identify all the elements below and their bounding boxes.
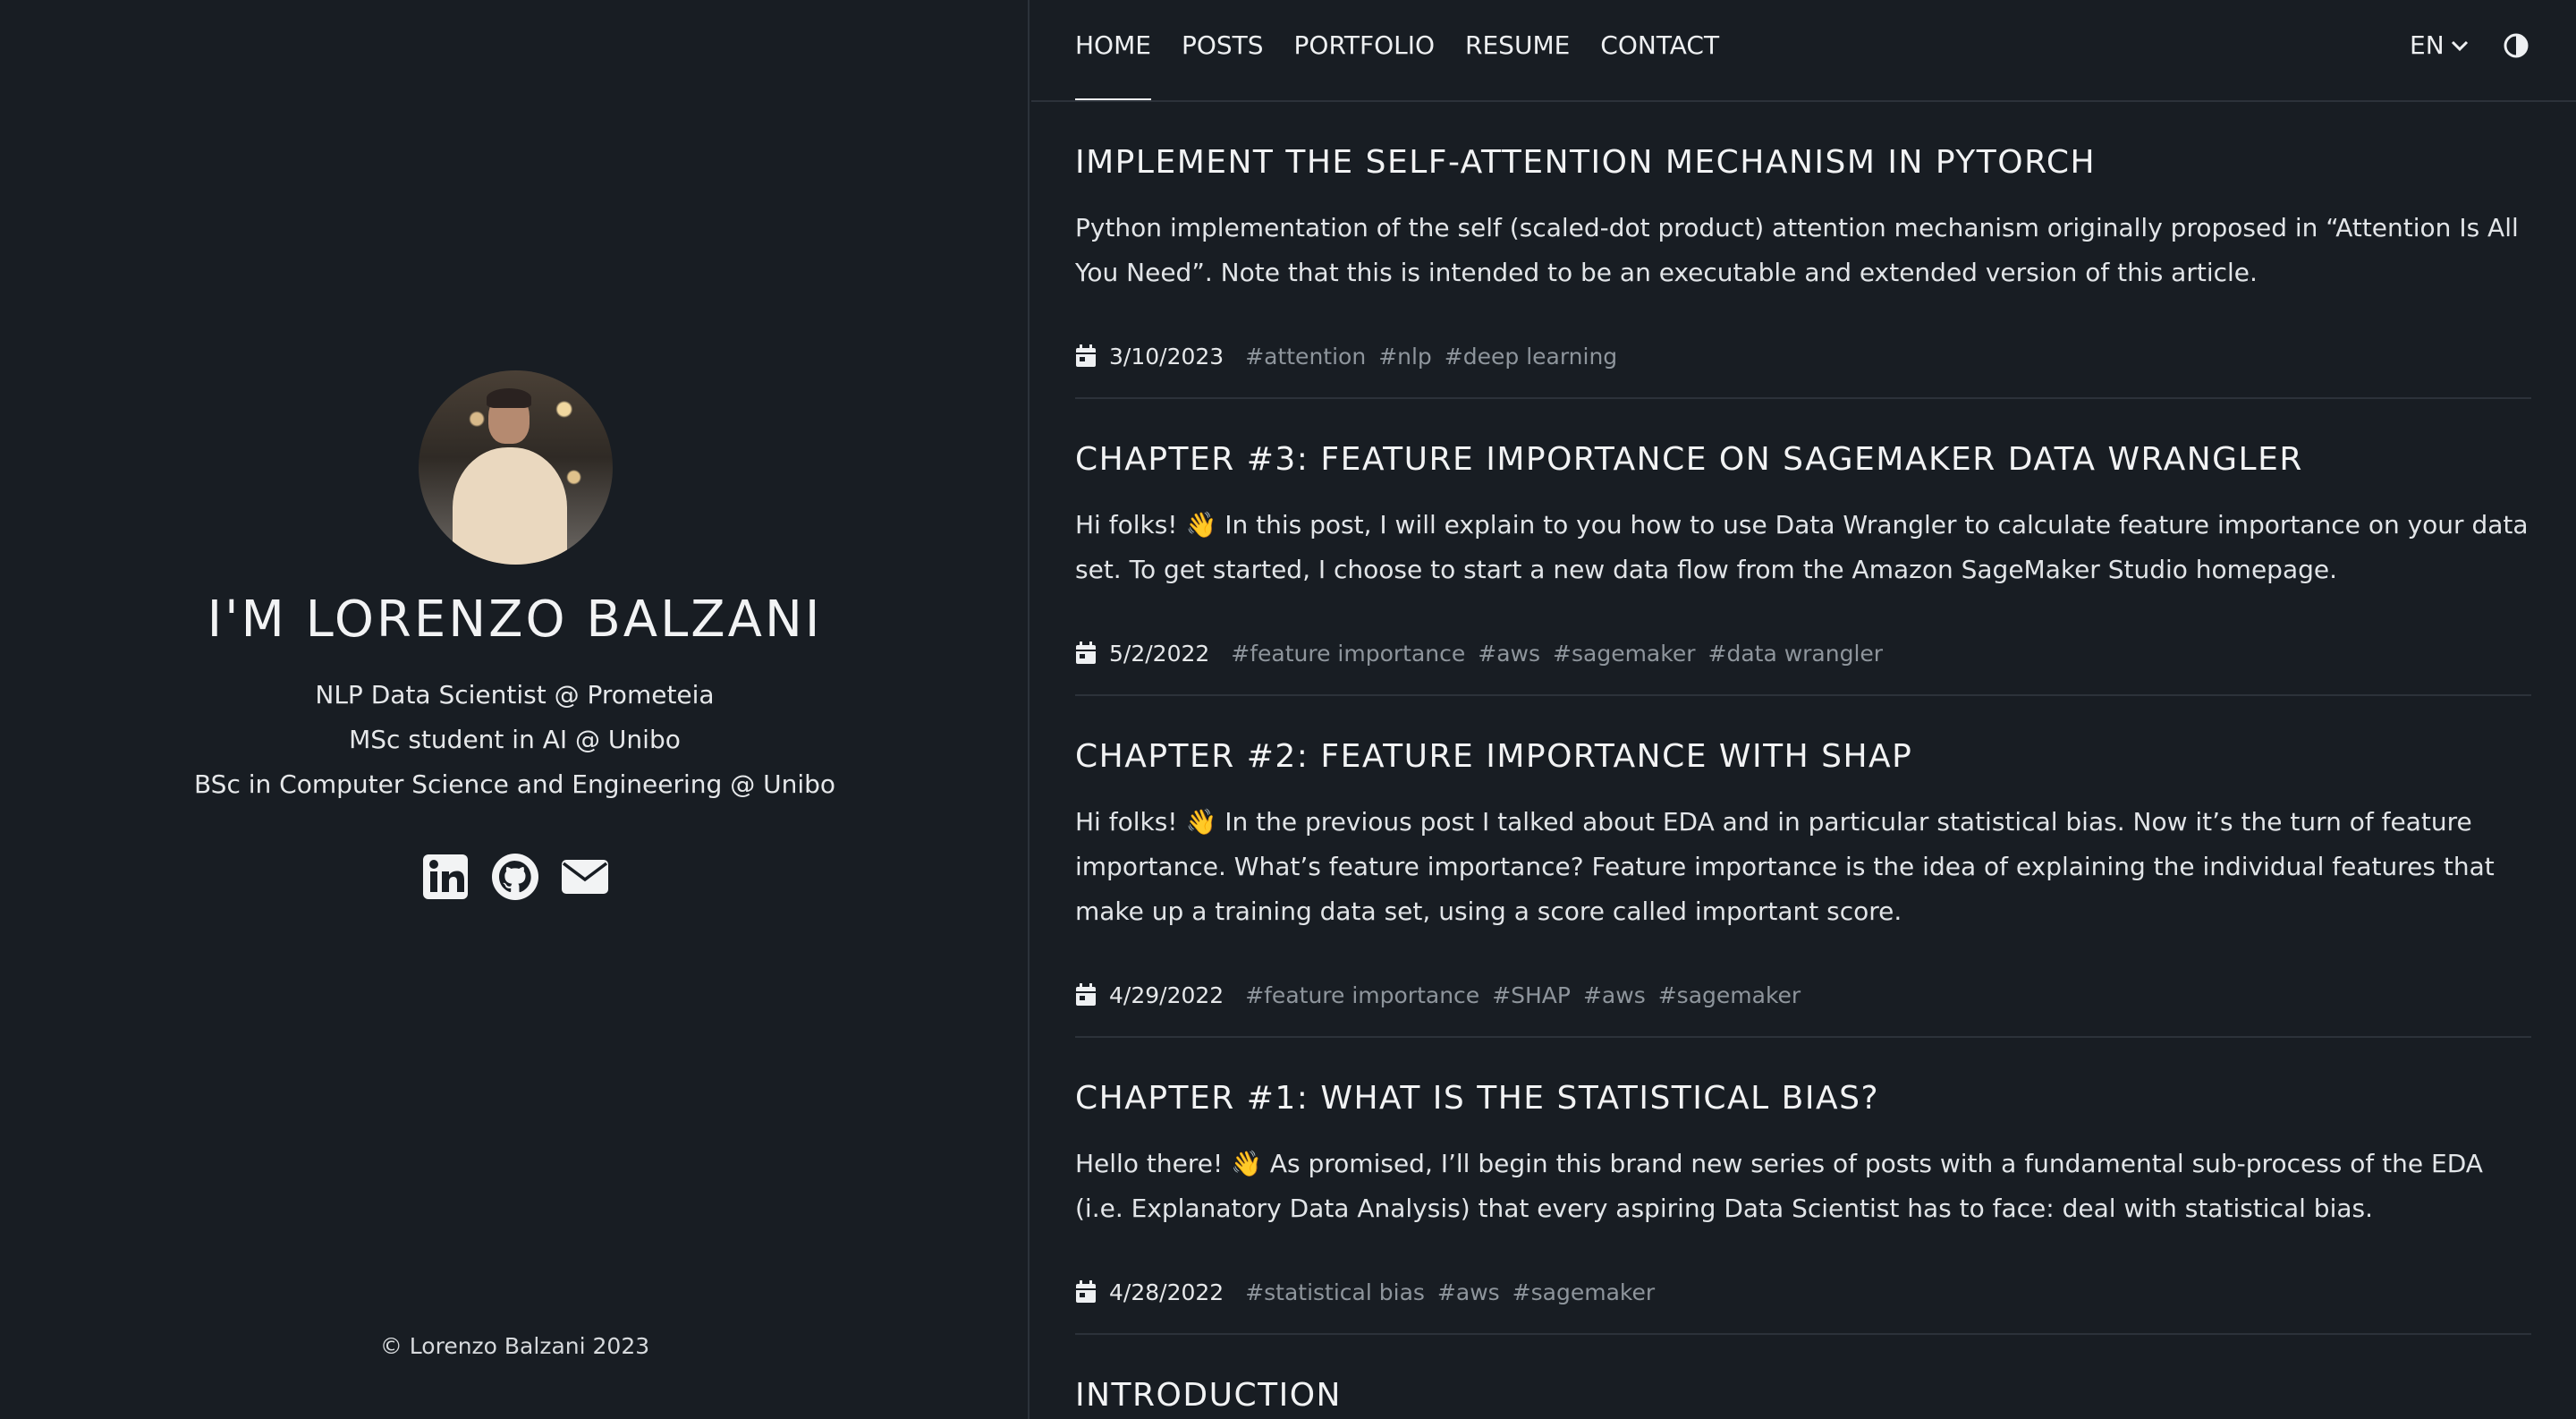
linkedin-icon[interactable] [420, 852, 470, 902]
profile-line: NLP Data Scientist @ Prometeia [315, 680, 715, 710]
post-tag[interactable]: #aws [1583, 982, 1646, 1008]
post-card[interactable]: CHAPTER #1: WHAT IS THE STATISTICAL BIAS… [1075, 1038, 2531, 1335]
waving-hand-icon: 👋 [1231, 1149, 1262, 1178]
main-content: HOME POSTS PORTFOLIO RESUME CONTACT EN I… [1031, 0, 2576, 1419]
avatar [419, 370, 613, 565]
post-meta: 4/29/2022 #feature importance #SHAP #aws… [1075, 977, 2531, 1013]
post-tag[interactable]: #sagemaker [1658, 982, 1801, 1008]
contrast-icon[interactable] [2503, 32, 2529, 59]
post-greeting: Hi folks! [1075, 510, 1178, 540]
post-excerpt: Hello there! 👋 As promised, I’ll begin t… [1075, 1142, 2531, 1231]
calendar-icon [1076, 642, 1096, 664]
post-tag[interactable]: #statistical bias [1245, 1279, 1425, 1305]
post-tag[interactable]: #deep learning [1445, 344, 1617, 370]
calendar-icon [1076, 344, 1096, 367]
post-date: 4/29/2022 [1109, 981, 1224, 1008]
profile-subtitles: NLP Data Scientist @ Prometeia MSc stude… [0, 673, 1030, 807]
post-tag[interactable]: #nlp [1378, 344, 1432, 370]
post-card[interactable]: CHAPTER #3: FEATURE IMPORTANCE ON SAGEMA… [1075, 399, 2531, 696]
waving-hand-icon: 👋 [1185, 807, 1217, 837]
post-tag[interactable]: #data wrangler [1708, 641, 1884, 667]
post-excerpt: Python implementation of the self (scale… [1075, 213, 2519, 287]
language-label: EN [2410, 30, 2445, 60]
post-list: IMPLEMENT THE SELF-ATTENTION MECHANISM I… [1075, 102, 2531, 1415]
post-greeting: Hello there! [1075, 1149, 1224, 1178]
calendar-icon [1076, 1280, 1096, 1303]
top-navigation: HOME POSTS PORTFOLIO RESUME CONTACT EN [1031, 0, 2576, 102]
language-selector[interactable]: EN [2410, 29, 2470, 63]
post-meta: 4/28/2022 #statistical bias #aws #sagema… [1075, 1274, 2531, 1310]
profile-line: MSc student in AI @ Unibo [349, 725, 681, 754]
post-tag[interactable]: #aws [1437, 1279, 1500, 1305]
post-tag[interactable]: #feature importance [1245, 982, 1479, 1008]
post-title[interactable]: CHAPTER #1: WHAT IS THE STATISTICAL BIAS… [1075, 1038, 2531, 1118]
github-icon[interactable] [490, 852, 540, 902]
post-greeting: Hi folks! [1075, 807, 1178, 837]
page: I'M LORENZO BALZANI NLP Data Scientist @… [0, 0, 2576, 1419]
post-excerpt: Hi folks! 👋 In this post, I will explain… [1075, 503, 2531, 592]
post-title[interactable]: INTRODUCTION [1075, 1335, 2531, 1415]
post-card[interactable]: IMPLEMENT THE SELF-ATTENTION MECHANISM I… [1075, 102, 2531, 399]
nav-item-contact[interactable]: CONTACT [1600, 29, 1719, 73]
calendar-icon [1076, 983, 1096, 1006]
post-meta: 5/2/2022 #feature importance #aws #sagem… [1075, 635, 2531, 671]
post-excerpt-text: As promised, I’ll begin this brand new s… [1075, 1149, 2483, 1223]
post-title[interactable]: IMPLEMENT THE SELF-ATTENTION MECHANISM I… [1075, 102, 2531, 183]
post-title[interactable]: CHAPTER #3: FEATURE IMPORTANCE ON SAGEMA… [1075, 399, 2531, 480]
post-tag[interactable]: #sagemaker [1513, 1279, 1655, 1305]
post-excerpt-text: In the previous post I talked about EDA … [1075, 807, 2495, 926]
post-card[interactable]: CHAPTER #2: FEATURE IMPORTANCE WITH SHAP… [1075, 696, 2531, 1038]
post-date: 3/10/2023 [1109, 343, 1224, 370]
envelope-icon[interactable] [560, 852, 610, 902]
social-links [0, 852, 1030, 902]
post-tag[interactable]: #aws [1478, 641, 1540, 667]
post-excerpt: Hi folks! 👋 In the previous post I talke… [1075, 800, 2531, 934]
chevron-down-icon [2451, 40, 2468, 52]
post-date: 4/28/2022 [1109, 1279, 1224, 1305]
nav-menu: HOME POSTS PORTFOLIO RESUME CONTACT [1075, 29, 1719, 100]
profile-line: BSc in Computer Science and Engineering … [193, 769, 836, 799]
post-date: 5/2/2022 [1109, 640, 1210, 667]
post-meta: 3/10/2023 #attention #nlp #deep learning [1075, 338, 2531, 374]
waving-hand-icon: 👋 [1185, 510, 1217, 540]
nav-item-posts[interactable]: POSTS [1182, 29, 1264, 73]
post-tag[interactable]: #feature importance [1231, 641, 1465, 667]
profile-sidebar: I'M LORENZO BALZANI NLP Data Scientist @… [0, 0, 1030, 1419]
profile-title: I'M LORENZO BALZANI [207, 591, 823, 649]
post-excerpt-text: In this post, I will explain to you how … [1075, 510, 2529, 584]
nav-item-portfolio[interactable]: PORTFOLIO [1294, 29, 1436, 73]
post-tag[interactable]: #attention [1245, 344, 1366, 370]
post-tag[interactable]: #sagemaker [1553, 641, 1695, 667]
post-title[interactable]: CHAPTER #2: FEATURE IMPORTANCE WITH SHAP [1075, 696, 2531, 777]
nav-item-home[interactable]: HOME [1075, 29, 1151, 100]
post-card[interactable]: INTRODUCTION [1075, 1335, 2531, 1415]
nav-item-resume[interactable]: RESUME [1465, 29, 1570, 73]
copyright: © Lorenzo Balzani 2023 [379, 1333, 650, 1359]
post-tag[interactable]: #SHAP [1492, 982, 1571, 1008]
